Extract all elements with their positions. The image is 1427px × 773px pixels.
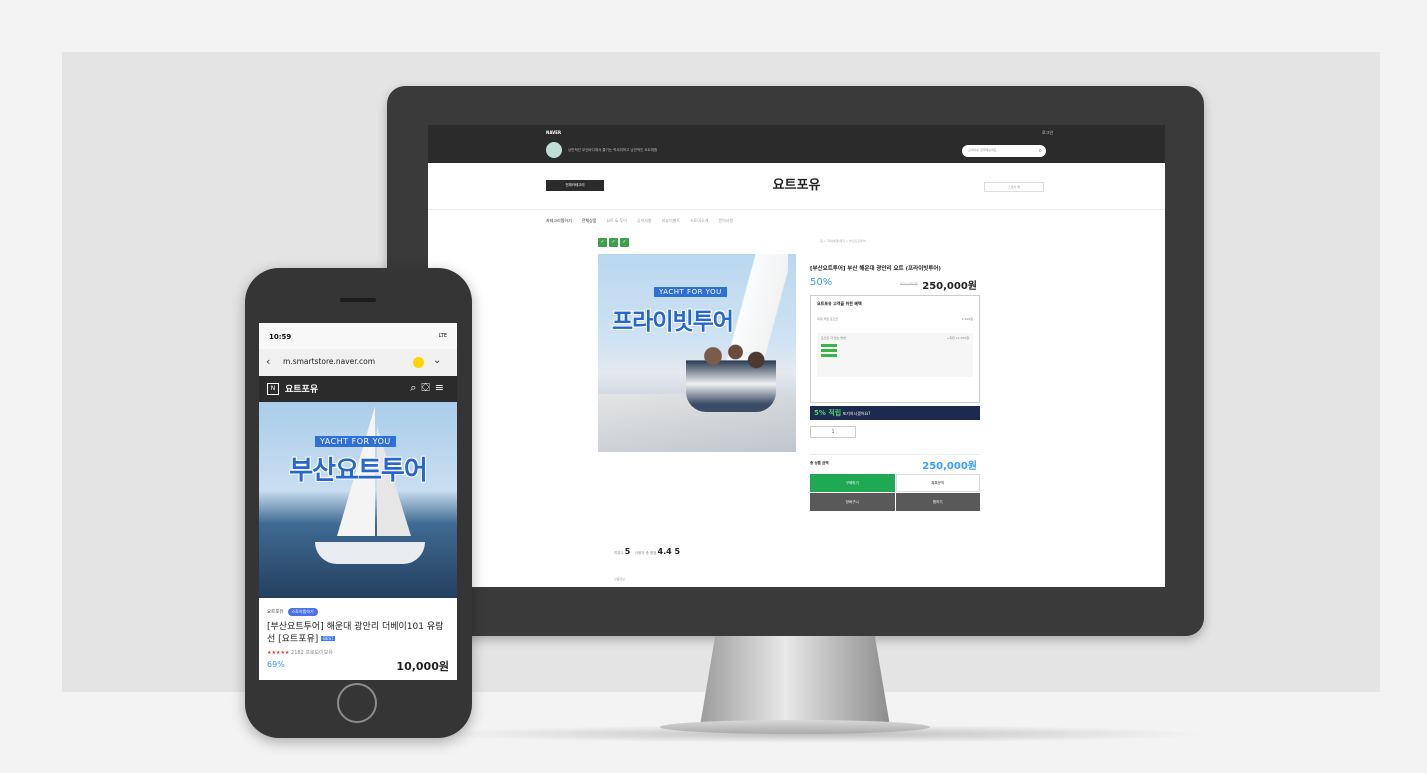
mobile-product-info: 요트포유 스토어찜하기 [부산요트투어] 해운대 광안리 더베이101 유람선 … <box>259 598 457 680</box>
mobile-product-title: [부산요트투어] 해운대 광안리 더베이101 유람선 [요트포유] BEST <box>267 621 449 646</box>
chevron-down-icon[interactable]: ⌄ <box>433 354 441 368</box>
benefit-label: 최대 적립 포인트 <box>817 317 839 321</box>
rating-label: 리뷰수 <box>614 551 624 555</box>
discount-rate: 50% <box>810 277 833 288</box>
product-badges: ✓ ✓ ✓ <box>598 238 629 247</box>
home-button[interactable] <box>337 683 377 723</box>
mobile-rating: ★★★★★ 2182 프로모이보유 <box>267 649 449 656</box>
browser-url-bar[interactable]: ‹ m.smartstore.naver.com ⌄ <box>259 349 457 377</box>
nav-item[interactable]: 카테고리찜하기 <box>546 218 572 224</box>
rating-label-b: 사용자 총 평점 <box>634 551 657 555</box>
store-header: 전체카테고리 요트포유 스토어 찜 <box>428 163 1165 210</box>
store-profile-avatar[interactable] <box>546 142 562 158</box>
benefit-value: 2,498원 <box>961 317 973 321</box>
badge-icon: ✓ <box>609 238 618 247</box>
total-label: 총 상품 금액 <box>810 461 829 465</box>
mobile-price-row: 69% 10,000원 <box>267 658 449 673</box>
rating-score: 4.4 5 <box>657 547 681 556</box>
store-search-input[interactable]: 검색어를 입력해보세요 ⌕ <box>962 145 1046 157</box>
sale-price: 250,000원 <box>922 281 977 292</box>
promo-banner[interactable]: 5% 적립 포기하시겠어요? <box>810 406 980 420</box>
rating-count: 5 <box>624 547 631 556</box>
benefit-box-label: 포인트 더 받는 방법 <box>821 336 846 340</box>
search-placeholder: 검색어를 입력해보세요 <box>968 148 997 152</box>
mobile-store-label[interactable]: 요트포유 <box>267 609 284 615</box>
store-logo[interactable]: 요트포유 <box>428 174 1165 193</box>
login-link[interactable]: 로그인 <box>1042 130 1053 136</box>
mobile-price: 10,000원 <box>396 659 449 673</box>
mobile-discount: 69% <box>267 659 285 669</box>
search-icon[interactable]: ⌕ <box>1039 147 1042 155</box>
promo-highlight: 5% 적립 <box>814 409 842 417</box>
purchase-buttons: 구매하기 톡톡문의 장바구니 찜하기 <box>810 474 980 511</box>
back-icon[interactable]: ‹ <box>266 355 270 369</box>
benefit-panel: 요트포유 고객을 위한 혜택 최대 적립 포인트 2,498원 포인트 더 받는… <box>810 295 980 403</box>
mobile-title-text: [부산요트투어] 해운대 광안리 더베이101 유람선 [요트포유] <box>267 622 444 645</box>
talk-button[interactable]: 톡톡문의 <box>895 474 980 492</box>
benefit-items <box>821 344 969 357</box>
star-icons: ★★★★★ <box>267 649 290 656</box>
appbar-icons[interactable]: ⌕⛋≡ <box>410 381 449 395</box>
yacht-hull-graphic <box>315 542 425 564</box>
naver-logo[interactable]: NAVER <box>546 130 561 135</box>
wish-button[interactable]: 찜하기 <box>895 493 980 511</box>
nav-item[interactable]: 요트 & 투어 <box>607 218 627 224</box>
total-row: 총 상품 금액 250,000원 <box>810 454 980 472</box>
benefit-box-value: +최대 12,500원 <box>946 336 969 340</box>
store-description: 낭만적인 부산바다에서 즐기는 럭셔리하고 낭만적인 요트체험 <box>568 148 658 152</box>
status-bar: 10:59 LTE <box>259 323 457 349</box>
product-image[interactable]: YACHT FOR YOU 프라이빗투어 <box>598 254 796 452</box>
benefit-title: 요트포유 고객을 위한 혜택 <box>817 301 862 306</box>
hero-title: 부산요트투어 <box>289 456 428 486</box>
naver-n-icon[interactable]: N <box>267 383 279 395</box>
price-row: 50% 500,000원 250,000원 <box>810 277 980 292</box>
store-follow-button[interactable]: 스토어 찜 <box>984 182 1044 192</box>
image-title: 프라이빗투어 <box>612 309 734 335</box>
nav-item[interactable]: 스토어소개 <box>690 218 708 224</box>
passengers-graphic <box>686 332 776 412</box>
best-badge: BEST <box>321 636 336 641</box>
nav-item[interactable]: 리뷰이벤트 <box>662 218 680 224</box>
status-time: 10:59 <box>269 333 292 341</box>
total-price: 250,000원 <box>922 461 977 472</box>
buy-button[interactable]: 구매하기 <box>810 474 895 492</box>
url-text[interactable]: m.smartstore.naver.com <box>283 357 375 366</box>
nav-item[interactable]: 문의사항 <box>718 218 733 224</box>
desktop-screen: NAVER 로그인 낭만적인 부산바다에서 즐기는 럭셔리하고 낭만적인 요트체… <box>428 125 1165 587</box>
nav-item[interactable]: 전체상품 <box>582 218 597 224</box>
store-appbar: N 요트포유 ⌕⛋≡ <box>259 376 457 402</box>
benefit-row: 최대 적립 포인트 2,498원 <box>817 317 973 321</box>
product-title: [부산요트투어] 부산 해운대 광안리 요트 (프라이빗투어) <box>810 266 941 272</box>
mobile-store-name[interactable]: 요트포유 <box>285 382 318 395</box>
product-info: [부산요트투어] 부산 해운대 광안리 요트 (프라이빗투어) 50% 500,… <box>810 265 980 511</box>
breadcrumb[interactable]: 홈 > 국내여행/레저 > 부산요트투어 <box>820 239 866 243</box>
detail-tab[interactable]: 상품정보 <box>614 577 625 581</box>
image-tag: YACHT FOR YOU <box>654 287 727 297</box>
monitor-stand <box>700 636 890 726</box>
badge-icon: ✓ <box>598 238 607 247</box>
mobile-review-count: 2182 프로모이보유 <box>291 649 333 656</box>
store-topbar: NAVER 로그인 낭만적인 부산바다에서 즐기는 럭셔리하고 낭만적인 요트체… <box>428 125 1165 163</box>
mobile-screen: 10:59 LTE ‹ m.smartstore.naver.com ⌄ N 요… <box>259 323 457 680</box>
quantity-stepper[interactable]: 1 <box>810 426 856 438</box>
badge-icon: ✓ <box>620 238 629 247</box>
kakao-icon[interactable] <box>413 357 424 368</box>
monitor-stand-base <box>660 720 930 734</box>
mobile-follow-tag[interactable]: 스토어찜하기 <box>287 608 318 616</box>
hero-tag: YACHT FOR YOU <box>315 436 396 447</box>
phone-speaker <box>340 298 376 302</box>
rating-summary: 리뷰수 5 사용자 총 평점 4.4 5 <box>614 547 680 556</box>
mobile-store-row: 요트포유 스토어찜하기 <box>267 608 449 616</box>
nav-item[interactable]: 공지사항 <box>637 218 652 224</box>
mobile-product-image[interactable]: YACHT FOR YOU 부산요트투어 <box>259 402 457 598</box>
promo-text: 포기하시겠어요? <box>842 411 871 416</box>
benefit-box: 포인트 더 받는 방법 +최대 12,500원 <box>817 333 973 377</box>
store-nav: 카테고리찜하기 전체상품 요트 & 투어 공지사항 리뷰이벤트 스토어소개 문의… <box>546 218 733 224</box>
original-price: 500,000원 <box>900 282 918 286</box>
signal-icon: LTE <box>438 333 447 339</box>
cart-button[interactable]: 장바구니 <box>810 493 895 511</box>
